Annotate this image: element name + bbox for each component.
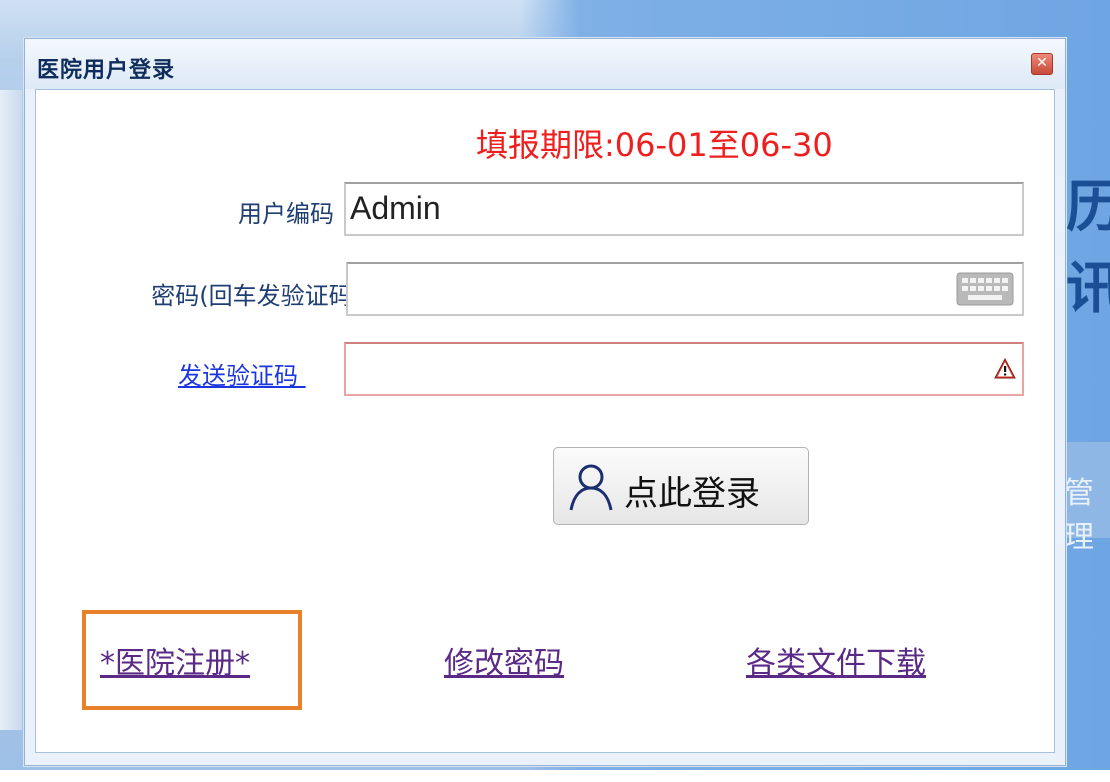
verification-code-input[interactable] xyxy=(344,342,1024,396)
login-button[interactable]: 点此登录 xyxy=(553,447,809,525)
background-title-char-1: 历 xyxy=(1066,175,1110,240)
dialog-content: 填报期限:06-01至06-30 用户编码 Admin 密码(回车发验证码) 发… xyxy=(35,89,1055,753)
user-code-input[interactable]: Admin xyxy=(344,182,1024,236)
register-link[interactable]: *医院注册* xyxy=(100,638,250,682)
dialog-title: 医院用户登录 xyxy=(37,58,176,83)
background-title-char-2: 讯 xyxy=(1066,257,1110,322)
login-dialog: 医院用户登录 ✕ 填报期限:06-01至06-30 用户编码 Admin 密码(… xyxy=(24,38,1066,766)
background-left-strip xyxy=(0,90,22,730)
password-label: 密码(回车发验证码) xyxy=(151,282,362,310)
user-icon xyxy=(569,464,613,511)
close-icon[interactable]: ✕ xyxy=(1031,53,1053,75)
dialog-titlebar[interactable]: 医院用户登录 ✕ xyxy=(25,39,1065,89)
send-code-link[interactable]: 发送验证码 xyxy=(178,356,306,391)
downloads-link[interactable]: 各类文件下载 xyxy=(746,638,926,682)
password-input[interactable] xyxy=(346,262,1024,316)
warning-icon xyxy=(994,358,1016,379)
change-password-link[interactable]: 修改密码 xyxy=(444,638,564,682)
user-code-label: 用户编码 xyxy=(238,200,334,228)
background-button-text: 管 理 xyxy=(1064,476,1094,555)
deadline-notice: 填报期限:06-01至06-30 xyxy=(476,126,833,164)
user-code-value: Admin xyxy=(350,190,441,226)
login-button-label: 点此登录 xyxy=(624,474,760,514)
keyboard-icon[interactable] xyxy=(956,272,1014,306)
